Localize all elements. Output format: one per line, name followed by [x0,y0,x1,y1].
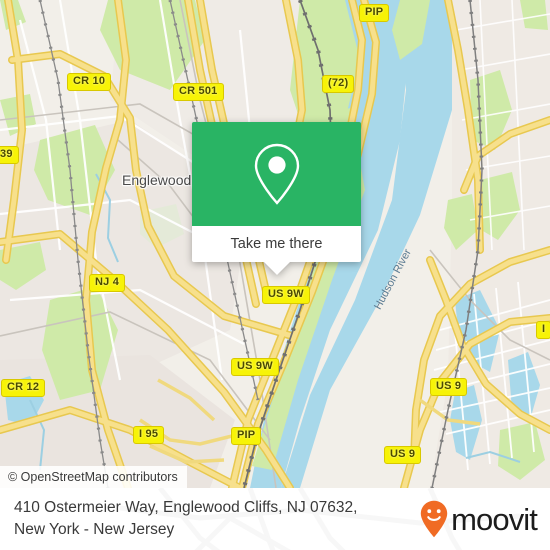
road-shield-pip-north[interactable]: PIP [359,4,390,22]
road-shield-pip-south[interactable]: PIP [231,427,262,445]
moovit-logo[interactable]: moovit [420,500,538,538]
address-text: 410 Ostermeier Way, Englewood Cliffs, NJ… [14,497,357,541]
osm-attribution-text: © OpenStreetMap contributors [8,470,178,484]
road-shield-72[interactable]: (72) [322,75,355,93]
map-canvas[interactable]: Englewood Hudson River PIP (72) CR 10 CR… [0,0,550,488]
address-line-2: New York - New Jersey [14,521,175,538]
road-shield-39[interactable]: 39 [0,146,19,164]
address-line-1: 410 Ostermeier Way, Englewood Cliffs, NJ… [14,499,358,516]
moovit-pin-smiley-icon [420,500,448,538]
footer-bar: 410 Ostermeier Way, Englewood Cliffs, NJ… [0,488,550,550]
road-shield-nj-4[interactable]: NJ 4 [89,274,126,292]
road-shield-cr-12[interactable]: CR 12 [1,379,46,397]
popup-image-panel [192,122,361,226]
place-label-englewood: Englewood [122,172,192,188]
road-shield-cr-10[interactable]: CR 10 [67,73,112,91]
road-shield-i-edge[interactable]: I [536,321,550,339]
take-me-there-label: Take me there [230,236,323,252]
road-shield-us-9w-north[interactable]: US 9W [262,286,310,304]
road-shield-i-95[interactable]: I 95 [133,426,165,444]
take-me-there-button[interactable]: Take me there [192,226,361,262]
osm-attribution[interactable]: © OpenStreetMap contributors [0,466,187,488]
road-shield-us-9-north[interactable]: US 9 [430,378,468,396]
road-shield-cr-501[interactable]: CR 501 [173,83,224,101]
popup-pointer-tail [262,261,291,275]
location-popup-card[interactable]: Take me there [192,122,361,275]
road-shield-us-9-south[interactable]: US 9 [384,446,422,464]
map-pin-icon [254,143,299,205]
road-shield-us-9w-south[interactable]: US 9W [231,358,279,376]
moovit-wordmark: moovit [451,501,538,537]
